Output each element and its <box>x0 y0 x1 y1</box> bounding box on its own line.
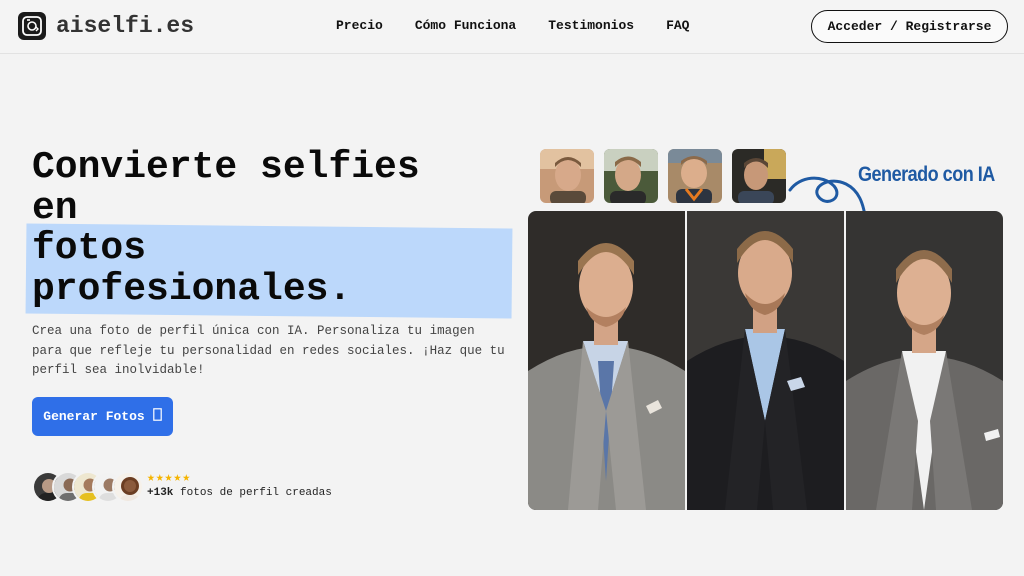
generate-photos-button[interactable]: Generar Fotos <box>32 397 173 436</box>
star-icon: ★ <box>155 470 164 485</box>
rating-stars: ★ ★ ★ ★ ★ <box>147 471 190 485</box>
count-number: +13k <box>147 487 174 499</box>
nav-link-precio[interactable]: Precio <box>336 18 383 33</box>
generated-photo <box>687 211 844 510</box>
generated-photo <box>528 211 685 510</box>
hero-title-line: fotos <box>32 227 147 270</box>
camera-icon <box>152 408 162 425</box>
site-header: aiselfi.es Precio Cómo Funciona Testimon… <box>0 0 1024 54</box>
logo[interactable]: aiselfi.es <box>18 12 194 40</box>
main-nav: Precio Cómo Funciona Testimonios FAQ <box>336 18 689 33</box>
count-label: fotos de perfil creadas <box>180 487 332 499</box>
generated-photo <box>846 211 1003 510</box>
user-avatars <box>32 471 144 503</box>
logo-icon <box>18 12 46 40</box>
star-icon: ★ <box>147 470 155 485</box>
photos-created-count: +13k fotos de perfil creadas <box>147 487 332 499</box>
avatar <box>112 471 144 503</box>
hero-title-line: profesionales. <box>32 267 352 311</box>
hero-title-line: en <box>32 186 78 230</box>
hero-description: Crea una foto de perfil única con IA. Pe… <box>32 324 505 377</box>
nav-link-como-funciona[interactable]: Cómo Funciona <box>415 18 516 33</box>
nav-link-testimonios[interactable]: Testimonios <box>548 18 634 33</box>
nav-link-faq[interactable]: FAQ <box>666 18 689 33</box>
hero-title: Convierte selfies en fotos profesionales… <box>32 146 512 311</box>
ai-generated-label: Generado con IA <box>858 163 995 186</box>
star-icon: ★ <box>173 470 182 485</box>
selfie-thumbnail <box>732 149 786 203</box>
selfie-thumbnail <box>540 149 594 203</box>
login-register-button[interactable]: Acceder / Registrarse <box>811 10 1008 43</box>
selfie-thumbnail <box>668 149 722 203</box>
star-icon: ★ <box>164 470 173 485</box>
hero-title-line: Convierte selfies <box>32 146 420 189</box>
generate-photos-label: Generar Fotos <box>43 409 145 424</box>
selfie-thumbnail <box>604 149 658 203</box>
star-icon: ★ <box>182 470 191 485</box>
logo-text: aiselfi.es <box>56 13 195 39</box>
